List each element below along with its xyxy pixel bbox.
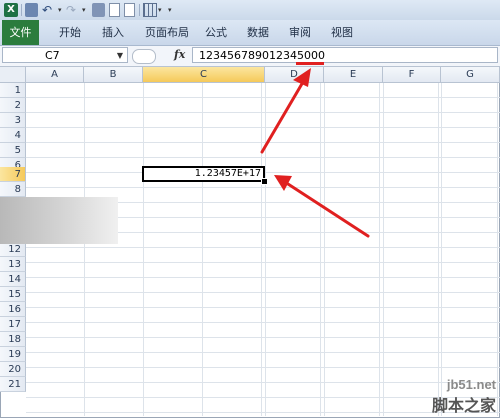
grid-line	[441, 83, 442, 416]
row-header-2[interactable]: 2	[0, 98, 26, 113]
watermark: jb51.net 脚本之家	[432, 377, 496, 416]
select-all-corner[interactable]	[0, 67, 26, 83]
row-header-17[interactable]: 17	[0, 317, 26, 332]
row-header-21[interactable]: 21	[0, 377, 26, 392]
highlight-underline	[296, 62, 324, 65]
column-header-e[interactable]: E	[324, 67, 383, 83]
watermark-url: jb51.net	[446, 377, 496, 392]
row-header-7[interactable]: 7	[0, 167, 26, 182]
row-header-12[interactable]: 12	[0, 242, 26, 257]
tab-view[interactable]: 视图	[327, 20, 357, 45]
save-icon[interactable]	[25, 3, 38, 17]
insert-function-icon[interactable]: fx	[174, 48, 185, 61]
row-header-1[interactable]: 1	[0, 83, 26, 98]
borders-icon[interactable]	[143, 3, 157, 17]
undo-dropdown-icon[interactable]: ▾	[58, 3, 64, 17]
row-header-15[interactable]: 15	[0, 287, 26, 302]
quick-access-toolbar: X ↶ ▾ ↷ ▾ ▾ ▾	[0, 0, 500, 20]
column-header-c[interactable]: C	[143, 67, 265, 83]
column-header-d[interactable]: D	[265, 67, 324, 83]
row-header-3[interactable]: 3	[0, 113, 26, 128]
row-header-13[interactable]: 13	[0, 257, 26, 272]
formula-bar-expand-handle[interactable]	[132, 49, 156, 64]
row-header-8[interactable]: 8	[0, 182, 26, 197]
grid-line	[383, 83, 384, 416]
tab-formulas[interactable]: 公式	[201, 20, 231, 45]
column-header-f[interactable]: F	[383, 67, 441, 83]
name-box-value: C7	[45, 49, 60, 62]
name-box-dropdown-icon[interactable]: ▼	[117, 48, 123, 64]
tab-insert[interactable]: 插入	[95, 20, 131, 45]
excel-logo-icon: X	[4, 3, 18, 17]
toolbar-divider	[139, 4, 140, 16]
borders-dropdown-icon[interactable]: ▾	[158, 3, 164, 17]
tab-review[interactable]: 审阅	[285, 20, 315, 45]
active-cell-c7[interactable]: 1.23457E+17	[142, 166, 265, 182]
row-header-19[interactable]: 19	[0, 347, 26, 362]
row-header-18[interactable]: 18	[0, 332, 26, 347]
blurred-region	[0, 197, 118, 244]
grid-line	[265, 83, 266, 416]
formula-input[interactable]: 123456789012345000	[192, 47, 498, 63]
row-header-4[interactable]: 4	[0, 128, 26, 143]
new-document-icon[interactable]	[109, 3, 120, 17]
fill-handle[interactable]	[261, 178, 268, 185]
print-preview-icon[interactable]	[92, 3, 105, 17]
undo-icon[interactable]: ↶	[42, 3, 56, 17]
redo-dropdown-icon[interactable]: ▾	[82, 3, 88, 17]
grid-line	[84, 83, 85, 416]
customize-toolbar-icon[interactable]: ▾	[168, 3, 174, 17]
column-header-g[interactable]: G	[441, 67, 500, 83]
grid-line	[324, 83, 325, 416]
tab-home[interactable]: 开始	[52, 20, 88, 45]
column-header-b[interactable]: B	[84, 67, 143, 83]
row-header-20[interactable]: 20	[0, 362, 26, 377]
watermark-text: 脚本之家	[431, 396, 496, 415]
ribbon-tabs: 文件 开始 插入 页面布局 公式 数据 审阅 视图	[0, 20, 500, 46]
tab-data[interactable]: 数据	[243, 20, 273, 45]
redo-icon[interactable]: ↷	[66, 3, 80, 17]
formula-bar: C7 ▼ fx 123456789012345000	[0, 46, 500, 67]
row-header-16[interactable]: 16	[0, 302, 26, 317]
tab-page-layout[interactable]: 页面布局	[138, 20, 196, 45]
open-document-icon[interactable]	[124, 3, 135, 17]
cell-grid[interactable]	[26, 83, 500, 416]
tab-file[interactable]: 文件	[2, 20, 39, 45]
row-header-14[interactable]: 14	[0, 272, 26, 287]
toolbar-divider	[21, 4, 22, 16]
grid-line	[143, 83, 144, 416]
row-header-5[interactable]: 5	[0, 143, 26, 158]
column-header-a[interactable]: A	[26, 67, 84, 83]
name-box[interactable]: C7 ▼	[2, 47, 128, 63]
